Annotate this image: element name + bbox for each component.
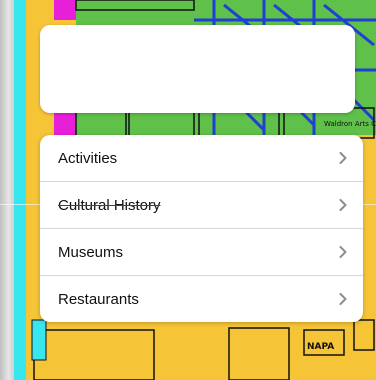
menu-item-activities[interactable]: Activities bbox=[40, 135, 363, 182]
menu-item-label: Cultural History bbox=[58, 196, 161, 214]
menu-item-cultural-history[interactable]: Cultural History bbox=[40, 182, 363, 229]
menu-item-museums[interactable]: Museums bbox=[40, 229, 363, 276]
menu-list: Activities Cultural History Museums Rest… bbox=[40, 135, 363, 322]
info-card bbox=[40, 25, 355, 113]
map-label-waldron: Waldron Arts Center bbox=[324, 120, 376, 128]
chevron-right-icon bbox=[339, 293, 347, 305]
menu-item-label: Restaurants bbox=[58, 290, 139, 308]
left-frame bbox=[0, 0, 14, 380]
chevron-right-icon bbox=[339, 246, 347, 258]
menu-item-restaurants[interactable]: Restaurants bbox=[40, 276, 363, 322]
chevron-right-icon bbox=[339, 199, 347, 211]
map-label-napa: NAPA bbox=[307, 342, 334, 352]
chevron-right-icon bbox=[339, 152, 347, 164]
menu-item-label: Activities bbox=[58, 149, 118, 167]
menu-item-label: Museums bbox=[58, 243, 124, 261]
